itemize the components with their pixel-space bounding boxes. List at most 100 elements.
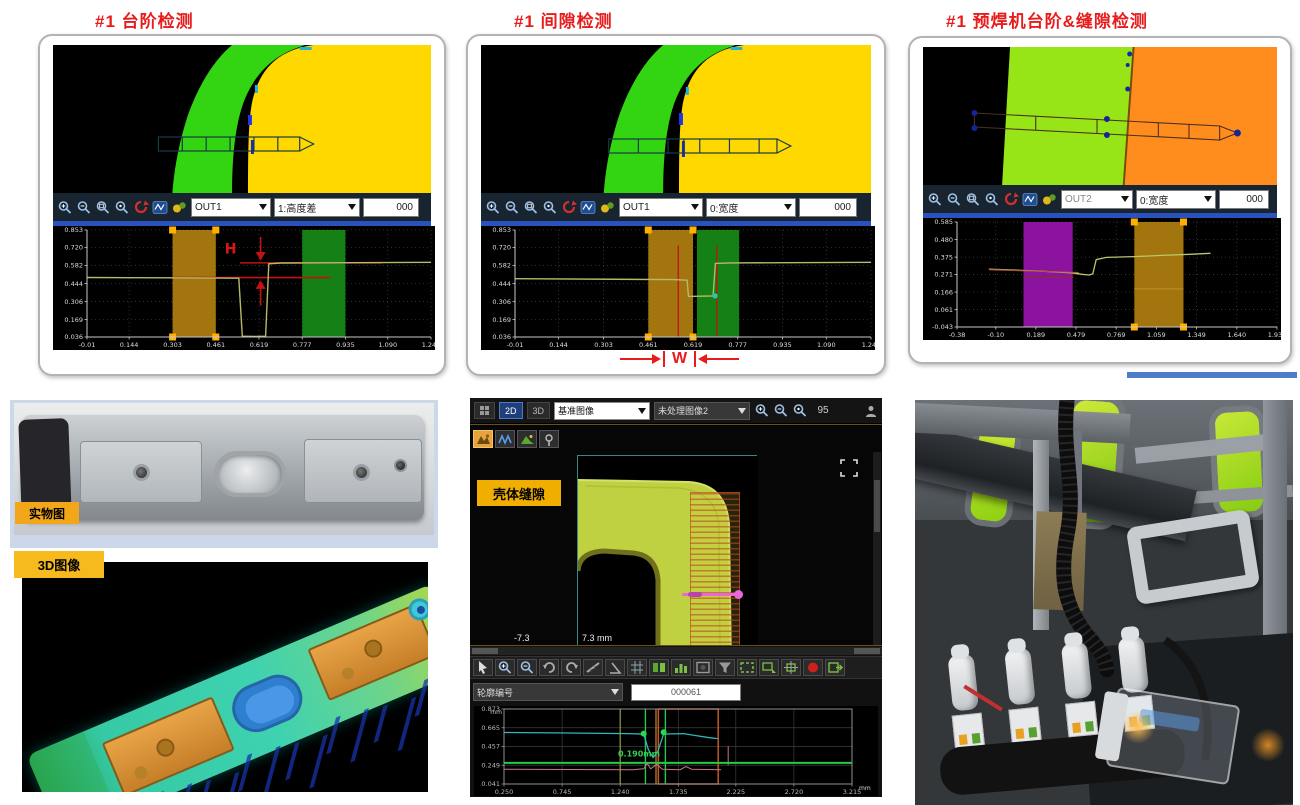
zoom-in-icon[interactable] — [754, 403, 771, 418]
zoom-out-icon[interactable] — [76, 200, 93, 215]
profile-chart-shell-gap: 0.8730.6650.4570.2490.0410.2500.7451.240… — [474, 706, 878, 796]
reset-icon[interactable] — [561, 200, 578, 215]
profile-number-select[interactable]: 轮廓编号 — [473, 683, 623, 701]
chevron-down-icon — [784, 204, 792, 210]
filter-icon[interactable] — [715, 659, 735, 676]
zoom-fit-icon[interactable] — [542, 200, 559, 215]
panel-title-preweld: #1 预焊机台阶&缝隙检测 — [946, 7, 1148, 32]
measure-mode-select[interactable]: 0:宽度 — [706, 198, 796, 217]
tab-3d[interactable]: 3D — [527, 402, 551, 419]
roi-scale-icon[interactable] — [759, 659, 779, 676]
svg-text:0.619: 0.619 — [684, 341, 703, 349]
export-icon[interactable] — [825, 659, 845, 676]
list-view-button[interactable] — [474, 402, 495, 419]
value-field[interactable]: 000 — [799, 198, 857, 217]
profile-graph-icon[interactable] — [152, 200, 169, 215]
output-select[interactable]: OUT1 — [191, 198, 271, 217]
grid-snap-icon[interactable] — [627, 659, 647, 676]
roi-rect-icon[interactable] — [737, 659, 757, 676]
zoom-region-icon[interactable] — [523, 200, 540, 215]
zoom-fit-icon[interactable] — [984, 192, 1001, 207]
horizontal-scrollbar[interactable] — [470, 647, 882, 655]
value-field[interactable]: 000 — [1219, 190, 1269, 209]
profile-chart-step: 0.8530.7200.5820.4440.3060.1690.036-0.01… — [53, 226, 431, 350]
fullscreen-icon[interactable] — [840, 459, 858, 477]
tab-2d[interactable]: 2D — [499, 402, 523, 419]
output-settings-icon[interactable] — [1041, 192, 1058, 207]
output-select[interactable]: OUT1 — [619, 198, 703, 217]
zoom-in-icon[interactable] — [485, 200, 502, 215]
zoom-fit-icon[interactable] — [114, 200, 131, 215]
battery-cap-part — [22, 415, 424, 520]
profile-toolbar — [470, 656, 882, 679]
svg-text:-0.01: -0.01 — [79, 341, 96, 349]
profile-graph-icon[interactable] — [580, 200, 597, 215]
zoom-fit-icon[interactable] — [792, 403, 809, 418]
svg-text:0.249: 0.249 — [481, 761, 500, 769]
svg-text:0.189: 0.189 — [1027, 331, 1046, 339]
svg-text:0.461: 0.461 — [639, 341, 658, 349]
profile-graph-icon[interactable] — [1022, 192, 1039, 207]
measure-mode-select[interactable]: 0:宽度 — [1136, 190, 1216, 209]
mountain-view-icon[interactable] — [517, 430, 537, 448]
vertical-scrollbar[interactable] — [873, 452, 881, 646]
svg-text:0.144: 0.144 — [549, 341, 568, 349]
zoom-out-icon[interactable] — [946, 192, 963, 207]
zoom-in-icon[interactable] — [495, 659, 515, 676]
measure-icon[interactable] — [583, 659, 603, 676]
zoom-in-icon[interactable] — [927, 192, 944, 207]
histogram-icon[interactable] — [671, 659, 691, 676]
reference-image-select[interactable]: 基准图像 — [554, 402, 650, 420]
zoom-out-icon[interactable] — [773, 403, 790, 418]
toolbar-icons — [485, 200, 616, 215]
toolbar-icons — [57, 200, 188, 215]
svg-text:0.461: 0.461 — [206, 341, 225, 349]
svg-text:1.640: 1.640 — [1228, 331, 1247, 339]
position-icon[interactable] — [539, 430, 559, 448]
vent-boss — [214, 451, 286, 497]
slide: { "panels": { "step": {"title": "#1 台阶检测… — [0, 0, 1300, 805]
svg-text:0.169: 0.169 — [64, 316, 83, 324]
zoom-region-icon[interactable] — [95, 200, 112, 215]
output-settings-icon[interactable] — [599, 200, 616, 215]
zoom-out-icon[interactable] — [504, 200, 521, 215]
pad-hole — [353, 464, 370, 481]
height-image-icon[interactable] — [473, 430, 493, 448]
svg-text:0.935: 0.935 — [773, 341, 792, 349]
gap-roi-hatch — [690, 492, 740, 646]
svg-text:0.166: 0.166 — [934, 288, 953, 296]
svg-text:0.375: 0.375 — [934, 253, 953, 261]
output-settings-icon[interactable] — [171, 200, 188, 215]
compare-icon[interactable] — [649, 659, 669, 676]
profile-chart-preweld: 0.5850.4800.3750.2710.1660.061-0.043-0.3… — [923, 218, 1277, 340]
svg-text:0.144: 0.144 — [120, 341, 139, 349]
zoom-in-icon[interactable] — [57, 200, 74, 215]
mask-icon[interactable] — [693, 659, 713, 676]
value-field[interactable]: 000 — [363, 198, 419, 217]
toolbar-gap: OUT1 0:宽度 000 — [481, 193, 871, 221]
profile-number-field[interactable]: 000061 — [631, 684, 741, 701]
zoom-out-icon[interactable] — [517, 659, 537, 676]
roi-move-icon[interactable] — [781, 659, 801, 676]
angle-icon[interactable] — [605, 659, 625, 676]
svg-text:0.582: 0.582 — [492, 262, 511, 270]
profile-wave-icon[interactable] — [495, 430, 515, 448]
rotate-ccw-icon[interactable] — [539, 659, 559, 676]
output-select[interactable]: OUT2 — [1061, 190, 1133, 209]
reset-icon[interactable] — [133, 200, 150, 215]
pointer-icon[interactable] — [473, 659, 493, 676]
measure-mode-select[interactable]: 1:高度差 — [274, 198, 360, 217]
chevron-down-icon — [638, 408, 646, 414]
zoom-region-icon[interactable] — [965, 192, 982, 207]
scale-max-label: 7.3 mm — [582, 633, 612, 643]
threed-image-badge: 3D图像 — [14, 551, 104, 578]
svg-text:0.250: 0.250 — [495, 788, 514, 796]
processed-image-select[interactable]: 未处理图像2 — [654, 402, 750, 420]
reset-icon[interactable] — [1003, 192, 1020, 207]
rotate-cw-icon[interactable] — [561, 659, 581, 676]
user-icon[interactable] — [864, 405, 878, 417]
svg-text:0.444: 0.444 — [492, 280, 511, 288]
record-icon[interactable] — [803, 659, 823, 676]
scale-min-label: -7.3 — [514, 633, 530, 643]
chevron-down-icon — [611, 689, 619, 695]
